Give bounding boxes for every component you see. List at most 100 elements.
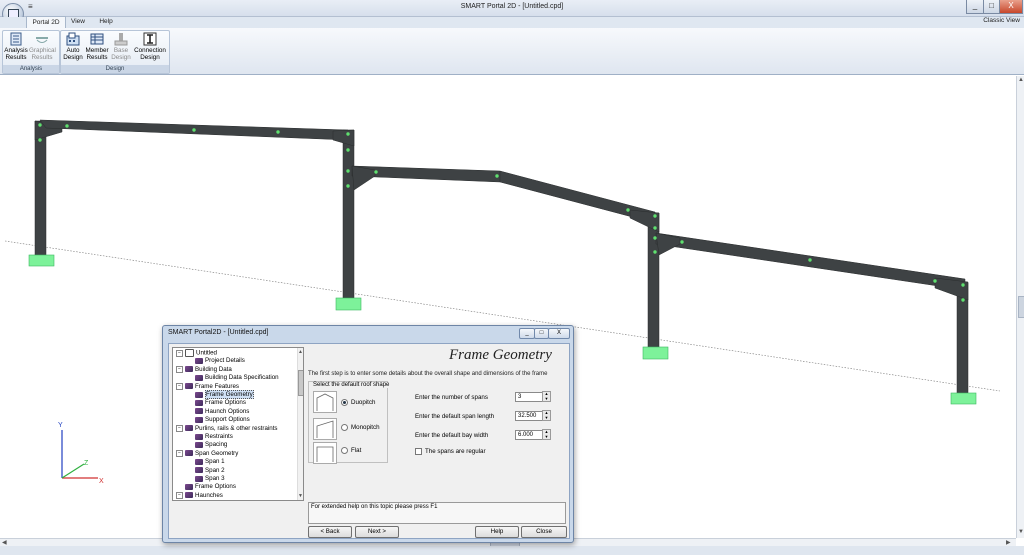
navigation-tree[interactable]: − Untitled Project Details − Building Data Bu…	[172, 347, 304, 501]
close-button[interactable]: X	[999, 0, 1023, 14]
scroll-down-icon[interactable]: ▼	[1018, 528, 1024, 536]
tree-item[interactable]: − Building Data	[176, 365, 232, 374]
tree-item-label: Frame Features	[195, 382, 240, 390]
span-length-stepper[interactable]: ▲ ▼	[542, 410, 551, 421]
back-button[interactable]: < Back	[308, 526, 352, 538]
connection-design-button[interactable]: Connection Design	[134, 32, 166, 61]
tree-item[interactable]: Span 3	[186, 475, 225, 483]
regular-spans-box[interactable]	[415, 448, 422, 455]
tree-item[interactable]: Support Options	[186, 416, 250, 424]
radio-duopitch-indicator[interactable]	[341, 399, 348, 406]
base-design-label-2: Design	[111, 53, 131, 61]
graphical-results-button[interactable]: Graphical Results	[29, 32, 56, 61]
tree-item[interactable]: Building Data Specification	[186, 374, 279, 382]
regular-spans-checkbox[interactable]: The spans are regular	[415, 448, 486, 455]
tree-expander-icon[interactable]: −	[176, 349, 183, 357]
spans-count-stepper[interactable]: ▲ ▼	[542, 391, 551, 402]
tree-expander-icon[interactable]: −	[176, 382, 183, 390]
radio-monopitch-indicator[interactable]	[341, 424, 348, 431]
minimize-button[interactable]: _	[966, 0, 984, 14]
radio-monopitch[interactable]: Monopitch	[341, 424, 380, 431]
tree-item-label: Untitled	[196, 349, 217, 357]
title-bar: SMART Portal 2D - [Untitled.cpd]	[0, 0, 1024, 17]
tree-item[interactable]: Frame Options	[186, 399, 246, 407]
help-button[interactable]: Help	[475, 526, 519, 538]
dialog-title: SMART Portal2D - [Untitled.cpd]	[168, 329, 269, 336]
next-button[interactable]: Next >	[355, 526, 399, 538]
z-axis-label: Z	[84, 460, 89, 467]
tab-view[interactable]: View	[66, 16, 90, 27]
graphical-results-label-2: Results	[31, 53, 53, 61]
member-results-icon	[90, 33, 104, 45]
tree-item[interactable]: − Untitled	[176, 349, 217, 358]
vertical-scrollbar[interactable]: ▲ ▼	[1016, 76, 1024, 538]
tree-item[interactable]: Span 1	[186, 458, 225, 466]
tree-node-icon	[195, 467, 203, 474]
connection-design-label-2: Design	[140, 53, 160, 61]
dialog-minimize-button[interactable]: _	[519, 328, 535, 339]
flat-shape-icon	[313, 442, 337, 464]
x-axis-label: X	[99, 478, 104, 485]
quick-access-toolbar-icon[interactable]: ≡	[28, 2, 33, 11]
radio-flat-label: Flat	[351, 447, 362, 455]
span-length-input[interactable]: 32.500	[515, 411, 543, 421]
tree-node-icon	[185, 425, 193, 432]
connection-design-icon	[143, 32, 157, 46]
tree-item[interactable]: Spacing	[186, 441, 227, 449]
restraint-nodes	[38, 123, 965, 302]
auto-design-button[interactable]: Auto Design	[61, 32, 85, 61]
scroll-up-icon[interactable]: ▲	[1018, 76, 1024, 84]
tree-item-label: Purlins, rails & other restraints	[195, 424, 278, 432]
tree-item[interactable]: Frame Options	[176, 483, 236, 491]
tree-expander-icon[interactable]: −	[176, 449, 183, 457]
maximize-button[interactable]: □	[983, 0, 1000, 14]
vertical-scroll-thumb[interactable]	[1018, 296, 1024, 318]
base-design-button[interactable]: Base Design	[109, 32, 133, 61]
analysis-results-button[interactable]: Analysis Results	[3, 32, 29, 61]
base-2	[335, 297, 362, 311]
tree-expander-icon[interactable]: −	[176, 491, 183, 499]
tree-item[interactable]: − Purlins, rails & other restraints	[176, 424, 278, 433]
spans-count-input[interactable]: 3	[515, 392, 543, 402]
duopitch-shape-icon	[313, 391, 337, 413]
base-design-icon	[114, 33, 128, 46]
monopitch-shape-icon	[313, 418, 337, 440]
tree-item-label: Haunches	[195, 491, 223, 499]
auto-design-icon	[66, 32, 80, 46]
tree-item[interactable]: Restraints	[186, 433, 233, 441]
radio-duopitch[interactable]: Duopitch	[341, 399, 375, 406]
tree-scroll-down-icon[interactable]: ▼	[298, 492, 303, 500]
tree-item[interactable]: Haunch Options	[186, 408, 249, 416]
tab-portal-2d[interactable]: Portal 2D	[26, 16, 66, 28]
tree-scrollbar[interactable]: ▲ ▼	[297, 348, 303, 500]
tree-expander-icon[interactable]: −	[176, 365, 183, 373]
member-results-button[interactable]: Member Results	[85, 32, 109, 61]
tree-scroll-up-icon[interactable]: ▲	[298, 348, 303, 356]
analysis-results-label-2: Results	[5, 53, 27, 61]
classic-view-link[interactable]: Classic View	[983, 17, 1020, 24]
tree-node-icon	[195, 374, 203, 381]
tree-item[interactable]: Frame Geometry	[186, 390, 254, 400]
tree-item-label: Span 1	[205, 458, 225, 466]
close-dialog-button[interactable]: Close	[521, 526, 567, 538]
radio-duopitch-label: Duopitch	[351, 399, 376, 407]
dialog-close-icon[interactable]: X	[548, 328, 570, 339]
roof-shape-group-label: Select the default roof shape	[313, 382, 390, 388]
tree-item[interactable]: − Span Geometry	[176, 449, 238, 458]
tree-item-label: Support Options	[205, 416, 250, 424]
graphical-results-icon	[36, 37, 48, 43]
tab-help[interactable]: Help	[94, 16, 118, 27]
member-results-label-2: Results	[86, 53, 108, 61]
dialog-maximize-button[interactable]: □	[534, 328, 549, 339]
tree-item[interactable]: − Haunches	[176, 491, 223, 500]
radio-flat[interactable]: Flat	[341, 447, 361, 454]
tree-item[interactable]: Project Details	[186, 357, 245, 365]
radio-flat-indicator[interactable]	[341, 447, 348, 454]
bay-width-input[interactable]: 6.000	[515, 430, 543, 440]
tree-item[interactable]: Span 2	[186, 467, 225, 475]
bay-width-stepper[interactable]: ▲ ▼	[542, 429, 551, 440]
tree-expander-icon[interactable]: −	[176, 424, 183, 432]
tree-scroll-thumb[interactable]	[298, 370, 303, 396]
column-2	[342, 129, 355, 299]
spans-count-label: Enter the number of spans	[415, 394, 488, 401]
